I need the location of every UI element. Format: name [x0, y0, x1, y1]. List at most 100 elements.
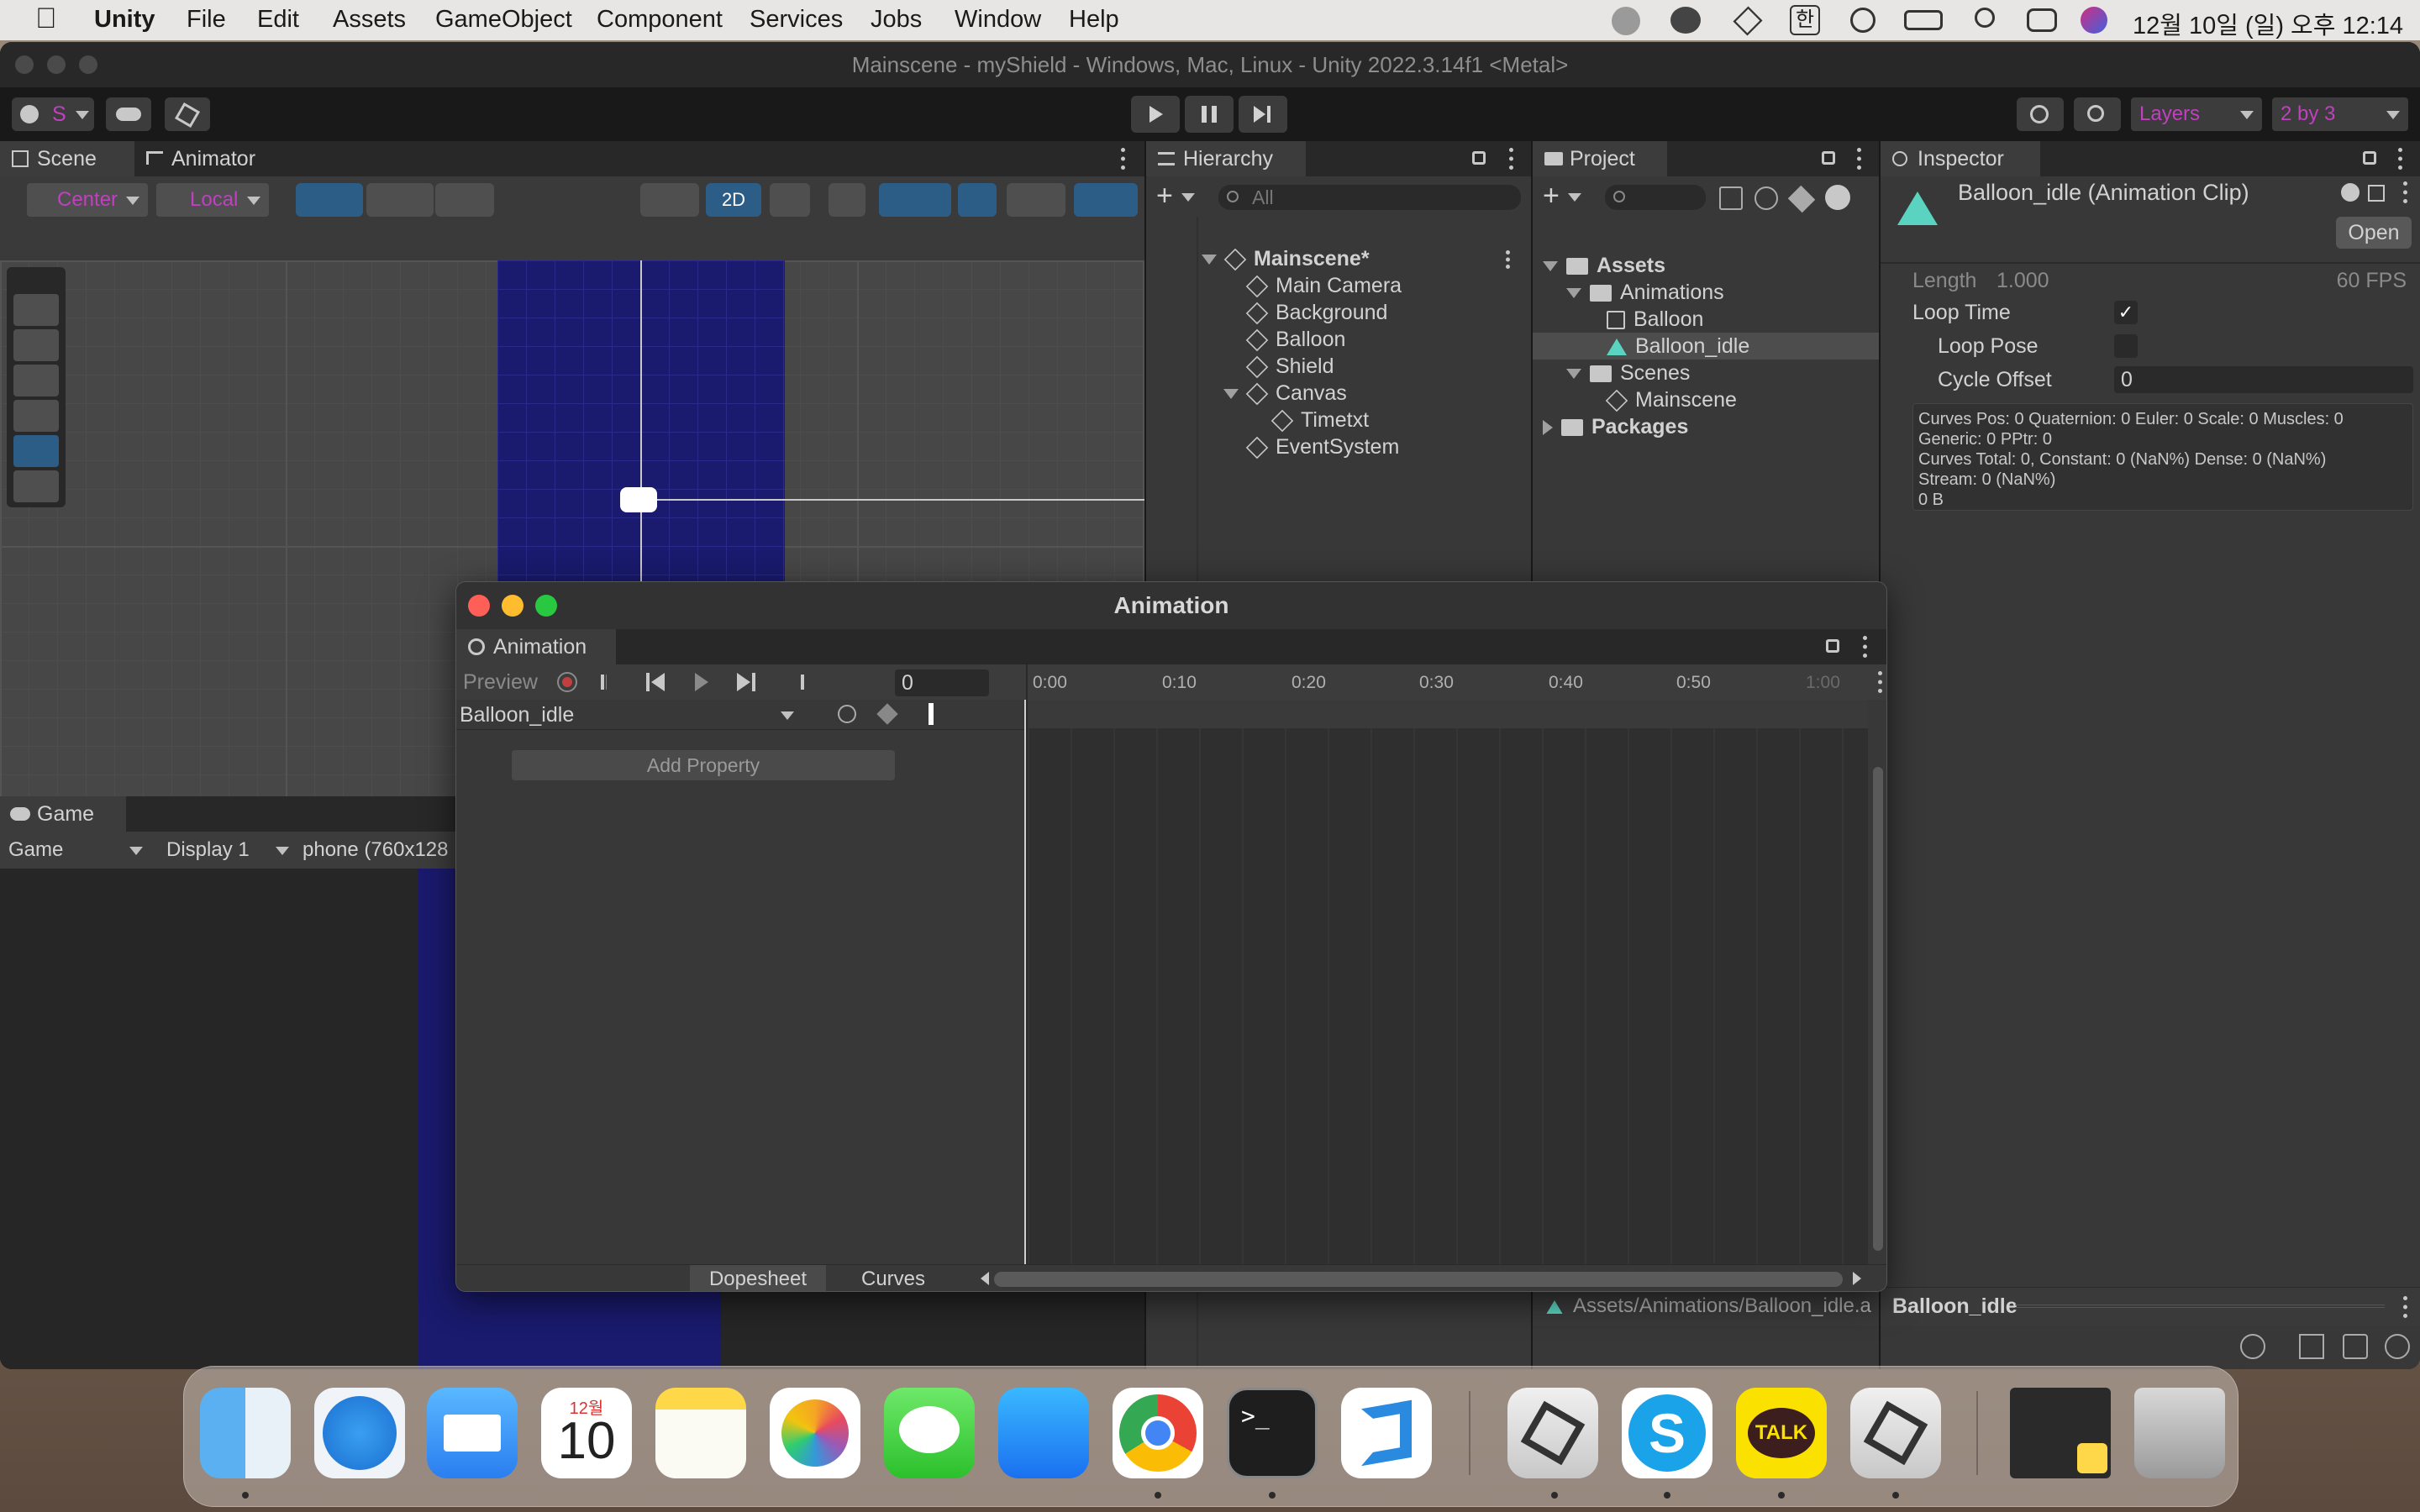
project-search-input[interactable] [1605, 185, 1706, 210]
menubar-clock[interactable]: 12월 10일 (일) 오후 12:14 [2133, 6, 2403, 41]
play-icon[interactable] [695, 673, 708, 691]
events-row[interactable] [1028, 700, 1868, 728]
warning-icon[interactable] [1825, 185, 1850, 210]
search-by-label-icon[interactable] [1754, 186, 1778, 210]
hierarchy-search-input[interactable]: All [1218, 185, 1521, 210]
skype-status-icon[interactable] [1612, 7, 1640, 35]
menu-window[interactable]: Window [955, 6, 1041, 34]
unity-status-icon[interactable] [1733, 6, 1763, 36]
timeline-ruler[interactable]: 0:00 0:10 0:20 0:30 0:40 0:50 1:00 [1028, 664, 1886, 700]
terminal-icon[interactable]: >_ [1227, 1388, 1318, 1478]
first-keyframe-icon[interactable] [601, 675, 626, 690]
create-asset-dropdown[interactable]: + [1543, 180, 1586, 212]
pause-button[interactable] [1185, 96, 1234, 133]
tab-project[interactable]: Project [1533, 141, 1667, 176]
timeline-menu-icon[interactable] [1878, 671, 1883, 693]
scroll-right-icon[interactable] [1853, 1272, 1861, 1285]
open-button[interactable]: Open [2336, 217, 2412, 249]
debug-icon[interactable] [2240, 1334, 2265, 1359]
check-icon[interactable] [2385, 1334, 2410, 1359]
project-folder-animations[interactable]: Animations [1566, 279, 1724, 306]
scrollbar-thumb[interactable] [1873, 767, 1883, 1251]
effects-button[interactable] [879, 183, 951, 217]
space-local-dropdown[interactable]: Local [156, 183, 269, 217]
hand-tool-icon[interactable] [13, 294, 59, 326]
safari-icon[interactable] [314, 1388, 405, 1478]
clip-dropdown[interactable]: Balloon_idle [460, 701, 799, 728]
lock-icon[interactable] [1472, 151, 1486, 165]
more-menu-icon[interactable] [1509, 148, 1514, 170]
scene-more-icon[interactable] [1506, 250, 1511, 269]
mail-icon[interactable] [427, 1388, 518, 1478]
camera-gizmo-icon[interactable] [620, 487, 657, 512]
tab-inspector[interactable]: Inspector [1881, 141, 2040, 176]
vscode-icon[interactable] [1341, 1388, 1432, 1478]
next-keyframe-icon[interactable] [737, 673, 759, 691]
undo-history-button[interactable] [2017, 97, 2064, 131]
menu-unity[interactable]: Unity [94, 6, 155, 34]
project-folder-packages[interactable]: Packages [1543, 413, 1688, 440]
minimize-window-button[interactable] [502, 595, 523, 617]
more-menu-icon[interactable] [2398, 148, 2403, 170]
menu-gameobject[interactable]: GameObject [435, 6, 572, 34]
zoom-window-button[interactable] [79, 55, 97, 74]
control-center-icon[interactable] [2027, 8, 2057, 32]
help-icon[interactable] [2341, 183, 2360, 202]
add-property-button[interactable]: Add Property [512, 750, 895, 780]
tab-scene[interactable]: Scene [0, 141, 134, 176]
hierarchy-item-main-camera[interactable]: Main Camera [1245, 272, 1402, 299]
layout-dropdown[interactable]: 2 by 3 [2272, 97, 2408, 131]
lock-icon[interactable] [1822, 151, 1835, 165]
preview-toggle[interactable]: Preview [463, 670, 538, 695]
curves-tab[interactable]: Curves [826, 1265, 960, 1291]
display-dropdown[interactable]: Display 1 [158, 833, 296, 867]
more-menu-icon[interactable] [1857, 148, 1862, 170]
menu-assets[interactable]: Assets [333, 6, 406, 34]
notes-icon[interactable] [655, 1388, 746, 1478]
input-method-icon[interactable]: 한 [1790, 5, 1820, 35]
menu-file[interactable]: File [187, 6, 226, 34]
calendar-icon[interactable]: 12월 10 [541, 1388, 632, 1478]
project-asset-balloon[interactable]: Balloon [1607, 306, 1703, 333]
grid-snap-button[interactable] [296, 183, 363, 217]
project-folder-assets[interactable]: Assets [1543, 252, 1665, 279]
vertical-scrollbar[interactable] [1871, 742, 1885, 1263]
gizmos-button[interactable] [1074, 183, 1138, 217]
hierarchy-item-timetxt[interactable]: Timetxt [1270, 407, 1369, 433]
kakaotalk-icon[interactable]: TALK [1736, 1388, 1827, 1478]
more-menu-icon[interactable] [1863, 636, 1868, 658]
project-asset-mainscene[interactable]: Mainscene [1605, 386, 1737, 413]
menu-edit[interactable]: Edit [257, 6, 299, 34]
account-dropdown[interactable]: S [12, 97, 94, 131]
hierarchy-item-shield[interactable]: Shield [1245, 353, 1334, 380]
apple-icon[interactable]:  [35, 3, 57, 35]
previous-keyframe-icon[interactable] [646, 673, 668, 691]
pivot-center-dropdown[interactable]: Center [27, 183, 148, 217]
loop-pose-checkbox[interactable] [2114, 334, 2138, 358]
more-menu-icon[interactable] [2403, 1296, 2408, 1318]
scale-tool-icon[interactable] [13, 400, 59, 432]
media-icon[interactable] [1850, 8, 1876, 33]
dopesheet-area[interactable] [1028, 728, 1868, 1266]
hierarchy-item-balloon[interactable]: Balloon [1245, 326, 1345, 353]
rect-tool-icon[interactable] [13, 435, 59, 467]
zoom-window-button[interactable] [535, 595, 557, 617]
menu-component[interactable]: Component [597, 6, 723, 34]
messenger-status-icon[interactable] [1670, 7, 1701, 34]
close-window-button[interactable] [15, 55, 34, 74]
minimize-window-button[interactable] [47, 55, 66, 74]
playhead[interactable] [1024, 700, 1026, 1268]
component-menu-icon[interactable] [2403, 181, 2408, 203]
unity-editor-icon[interactable] [1850, 1388, 1941, 1478]
tab-game[interactable]: Game [0, 796, 126, 832]
draw-mode-button[interactable] [640, 183, 699, 217]
tag-icon[interactable] [1787, 185, 1816, 213]
menu-help[interactable]: Help [1069, 6, 1119, 34]
hierarchy-item-eventsystem[interactable]: EventSystem [1245, 433, 1399, 460]
play-button[interactable] [1131, 96, 1180, 133]
project-asset-balloon-idle[interactable]: Balloon_idle [1607, 333, 1749, 360]
lock-icon[interactable] [1826, 639, 1839, 653]
hierarchy-scene-root[interactable]: Mainscene* [1202, 245, 1370, 272]
messages-icon[interactable] [884, 1388, 975, 1478]
cloud-button[interactable] [106, 97, 151, 131]
